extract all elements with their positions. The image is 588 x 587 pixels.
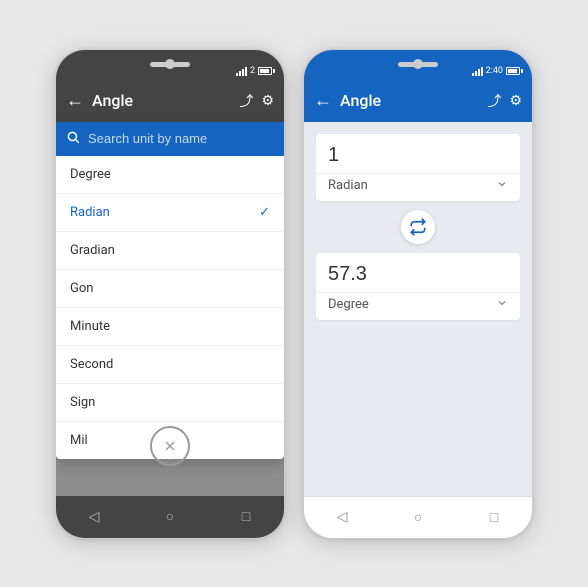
header-title-right: Angle (340, 91, 487, 110)
time-right: 2:40 (486, 66, 503, 76)
to-value-input[interactable] (316, 253, 520, 292)
signal-icon-left (236, 66, 247, 76)
unit-item-radian[interactable]: Radian ✓ (56, 194, 284, 232)
header-actions-left: ⤴ ⚙ (239, 91, 274, 111)
settings-button-left[interactable]: ⚙ (261, 93, 274, 109)
battery-icon-left (258, 67, 272, 75)
from-unit-row[interactable]: Radian (316, 173, 520, 201)
app-header-left: ← Angle ⤴ ⚙ (56, 80, 284, 122)
unit-item-gon[interactable]: Gon (56, 270, 284, 308)
to-input-group: Degree (316, 253, 520, 320)
to-unit-row[interactable]: Degree (316, 292, 520, 320)
search-bar (56, 122, 284, 156)
unit-item-second[interactable]: Second (56, 346, 284, 384)
search-icon (66, 130, 80, 148)
nav-home-right[interactable]: ○ (398, 497, 438, 537)
phone-right: 2:40 ← Angle ⤴ ⚙ Radian (303, 49, 533, 539)
nav-back-right[interactable]: ◁ (322, 497, 362, 537)
status-icons-right: 2:40 (472, 66, 520, 76)
header-actions-right: ⤴ ⚙ (487, 91, 522, 111)
unit-item-sign[interactable]: Sign (56, 384, 284, 422)
unit-item-minute[interactable]: Minute (56, 308, 284, 346)
nav-recent-left[interactable]: □ (226, 497, 266, 537)
settings-button-right[interactable]: ⚙ (509, 93, 522, 109)
phone2-content: Radian (304, 122, 532, 496)
phone-camera-right (413, 59, 423, 69)
share-button-right[interactable]: ⤴ (487, 91, 501, 111)
time-left: 2 (250, 66, 255, 76)
unit-item-gradian[interactable]: Gradian (56, 232, 284, 270)
nav-bar-left: ◁ ○ □ (56, 496, 284, 538)
header-title-left: Angle (92, 91, 239, 110)
share-button-left[interactable]: ⤴ (239, 91, 253, 111)
dropdown-panel: Degree Radian ✓ Gradian Gon Minute (56, 122, 284, 459)
from-value-input[interactable] (316, 134, 520, 173)
swap-button[interactable] (401, 210, 435, 244)
nav-home-left[interactable]: ○ (150, 497, 190, 537)
to-unit-chevron (496, 297, 508, 312)
back-button-right[interactable]: ← (314, 90, 332, 111)
nav-recent-right[interactable]: □ (474, 497, 514, 537)
close-button[interactable] (150, 426, 190, 466)
nav-back-left[interactable]: ◁ (74, 497, 114, 537)
from-unit-chevron (496, 178, 508, 193)
swap-button-area (316, 209, 520, 245)
phone-left: 2 ← Angle ⤴ ⚙ (55, 49, 285, 539)
back-button-left[interactable]: ← (66, 90, 84, 111)
search-input[interactable] (88, 131, 274, 146)
unit-list: Degree Radian ✓ Gradian Gon Minute (56, 156, 284, 459)
to-unit-label: Degree (328, 297, 369, 312)
checkmark-radian: ✓ (259, 205, 270, 220)
phone-camera-left (165, 59, 175, 69)
app-header-right: ← Angle ⤴ ⚙ (304, 80, 532, 122)
from-unit-label: Radian (328, 178, 368, 193)
nav-bar-right: ◁ ○ □ (304, 496, 532, 538)
unit-item-degree[interactable]: Degree (56, 156, 284, 194)
signal-icon-right (472, 66, 483, 76)
phone1-content: Degree Radian ✓ Gradian Gon Minute (56, 122, 284, 496)
from-input-group: Radian (316, 134, 520, 201)
status-icons-left: 2 (236, 66, 272, 76)
battery-icon-right (506, 67, 520, 75)
close-button-area (56, 426, 284, 466)
